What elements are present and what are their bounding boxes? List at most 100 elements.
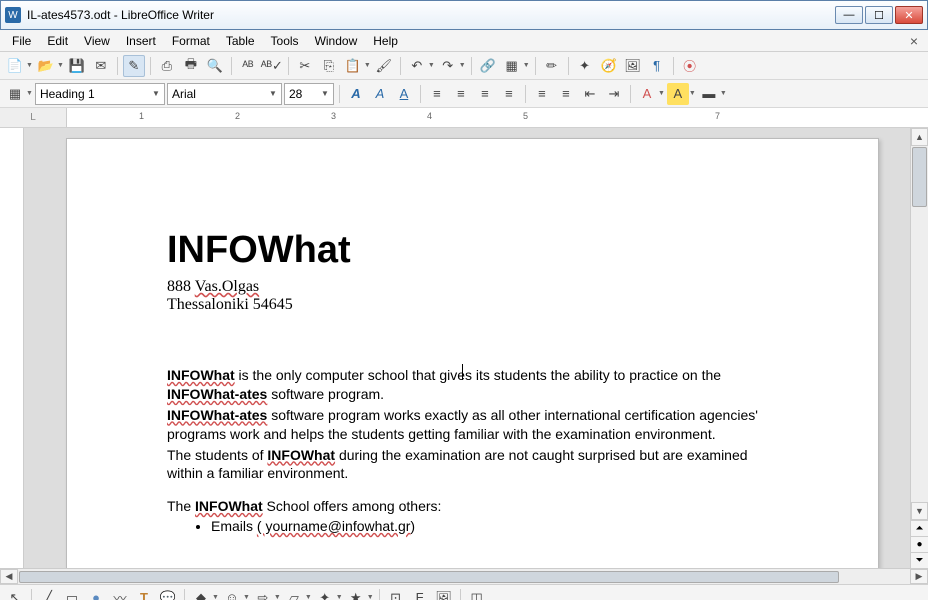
arrows-dropdown[interactable]: ▼ [274, 594, 281, 600]
align-right-button[interactable]: ≡ [474, 83, 496, 105]
bold-button[interactable]: A [345, 83, 367, 105]
menu-window[interactable]: Window [307, 32, 366, 50]
paste-button[interactable]: 📋 [342, 55, 364, 77]
text-tool[interactable]: T [133, 587, 155, 600]
next-page-button[interactable]: ⏷ [911, 552, 928, 568]
font-color-dropdown[interactable]: ▼ [658, 90, 665, 97]
stars-dropdown[interactable]: ▼ [367, 594, 374, 600]
flowchart-dropdown[interactable]: ▼ [305, 594, 312, 600]
styles-button[interactable]: ▦ [4, 83, 26, 105]
menu-table[interactable]: Table [218, 32, 263, 50]
copy-button[interactable]: ⎘ [318, 55, 340, 77]
undo-dropdown[interactable]: ▼ [428, 62, 435, 69]
autospellcheck-button[interactable]: ᴬᴮ✓ [261, 55, 283, 77]
select-tool[interactable]: ↖ [4, 587, 26, 600]
menu-tools[interactable]: Tools [263, 32, 307, 50]
symbol-shapes-tool[interactable]: ☺ [221, 587, 243, 600]
align-left-button[interactable]: ≡ [426, 83, 448, 105]
nonprinting-button[interactable]: ¶ [646, 55, 668, 77]
scroll-left-button[interactable]: ◀ [0, 569, 18, 584]
open-dropdown[interactable]: ▼ [57, 62, 64, 69]
fontwork-tool[interactable]: Ƒ [409, 587, 431, 600]
scroll-right-button[interactable]: ▶ [910, 569, 928, 584]
print-preview-button[interactable]: 🔍 [204, 55, 226, 77]
callouts-tool[interactable]: ✦ [314, 587, 336, 600]
paste-dropdown[interactable]: ▼ [364, 62, 371, 69]
align-center-button[interactable]: ≡ [450, 83, 472, 105]
rect-tool[interactable]: ▭ [61, 587, 83, 600]
freeform-tool[interactable]: 〰 [109, 587, 131, 600]
align-justify-button[interactable]: ≡ [498, 83, 520, 105]
decrease-indent-button[interactable]: ⇤ [579, 83, 601, 105]
undo-button[interactable]: ↶ [406, 55, 428, 77]
export-pdf-button[interactable]: ⎙ [156, 55, 178, 77]
italic-button[interactable]: A [369, 83, 391, 105]
save-button[interactable]: 💾 [66, 55, 88, 77]
new-button[interactable]: 📄 [4, 55, 26, 77]
help-button[interactable]: ⦿ [679, 55, 701, 77]
arrow-shapes-tool[interactable]: ⇨ [252, 587, 274, 600]
hscroll-thumb[interactable] [19, 571, 839, 583]
shapes-dropdown[interactable]: ▼ [212, 594, 219, 600]
document-canvas[interactable]: INFOWhat 888 Vas.Olgas Thessaloniki 5464… [24, 128, 910, 568]
ellipse-tool[interactable]: ● [85, 587, 107, 600]
menu-format[interactable]: Format [164, 32, 218, 50]
scroll-up-button[interactable]: ▲ [911, 128, 928, 146]
redo-button[interactable]: ↷ [437, 55, 459, 77]
increase-indent-button[interactable]: ⇥ [603, 83, 625, 105]
show-draw-button[interactable]: ✏ [541, 55, 563, 77]
edit-mode-button[interactable]: ✎ [123, 55, 145, 77]
symbols-dropdown[interactable]: ▼ [243, 594, 250, 600]
maximize-button[interactable]: ☐ [865, 6, 893, 24]
document-close-icon[interactable]: × [910, 33, 918, 49]
flowchart-tool[interactable]: ▱ [283, 587, 305, 600]
email-button[interactable]: ✉ [90, 55, 112, 77]
table-dropdown[interactable]: ▼ [523, 62, 530, 69]
find-button[interactable]: ✦ [574, 55, 596, 77]
gallery-button[interactable]: 🖼 [622, 55, 644, 77]
scroll-down-button[interactable]: ▼ [911, 502, 928, 520]
redo-dropdown[interactable]: ▼ [459, 62, 466, 69]
nav-target-button[interactable]: ● [911, 536, 928, 552]
prev-page-button[interactable]: ⏶ [911, 520, 928, 536]
line-tool[interactable]: ╱ [37, 587, 59, 600]
menu-insert[interactable]: Insert [118, 32, 164, 50]
page[interactable]: INFOWhat 888 Vas.Olgas Thessaloniki 5464… [66, 138, 879, 568]
horizontal-scrollbar[interactable]: ◀ ▶ [0, 568, 928, 584]
background-color-button[interactable]: ▬ [698, 83, 720, 105]
horizontal-ruler[interactable]: 1 2 3 4 5 7 [66, 108, 928, 127]
clone-format-button[interactable]: 🖌 [373, 55, 395, 77]
navigator-button[interactable]: 🧭 [598, 55, 620, 77]
hyperlink-button[interactable]: 🔗 [477, 55, 499, 77]
insert-table-button[interactable]: ▦ [501, 55, 523, 77]
menu-edit[interactable]: Edit [39, 32, 76, 50]
font-size-combo[interactable]: 28▼ [284, 83, 334, 105]
paragraph-style-combo[interactable]: Heading 1▼ [35, 83, 165, 105]
callout-tool[interactable]: 💬 [157, 587, 179, 600]
highlight-button[interactable]: A [667, 83, 689, 105]
font-color-button[interactable]: A [636, 83, 658, 105]
vertical-ruler[interactable] [0, 128, 24, 568]
styles-dropdown[interactable]: ▼ [26, 90, 33, 97]
scroll-thumb[interactable] [912, 147, 927, 207]
menu-view[interactable]: View [76, 32, 118, 50]
minimize-button[interactable]: — [835, 6, 863, 24]
font-name-combo[interactable]: Arial▼ [167, 83, 282, 105]
basic-shapes-tool[interactable]: ◆ [190, 587, 212, 600]
stars-tool[interactable]: ★ [345, 587, 367, 600]
print-button[interactable]: 🖶 [180, 55, 202, 77]
close-button[interactable]: ✕ [895, 6, 923, 24]
new-dropdown[interactable]: ▼ [26, 62, 33, 69]
spellcheck-button[interactable]: ᴬᴮ [237, 55, 259, 77]
callouts-dropdown[interactable]: ▼ [336, 594, 343, 600]
bullet-list-button[interactable]: ≡ [555, 83, 577, 105]
background-dropdown[interactable]: ▼ [720, 90, 727, 97]
underline-button[interactable]: A [393, 83, 415, 105]
highlight-dropdown[interactable]: ▼ [689, 90, 696, 97]
cut-button[interactable]: ✂ [294, 55, 316, 77]
from-file-tool[interactable]: 🖼 [433, 587, 455, 600]
points-tool[interactable]: ⊡ [385, 587, 407, 600]
vertical-scrollbar[interactable]: ▲ ▼ ⏶ ● ⏷ [910, 128, 928, 568]
extrusion-tool[interactable]: ◫ [466, 587, 488, 600]
numbered-list-button[interactable]: ≡ [531, 83, 553, 105]
